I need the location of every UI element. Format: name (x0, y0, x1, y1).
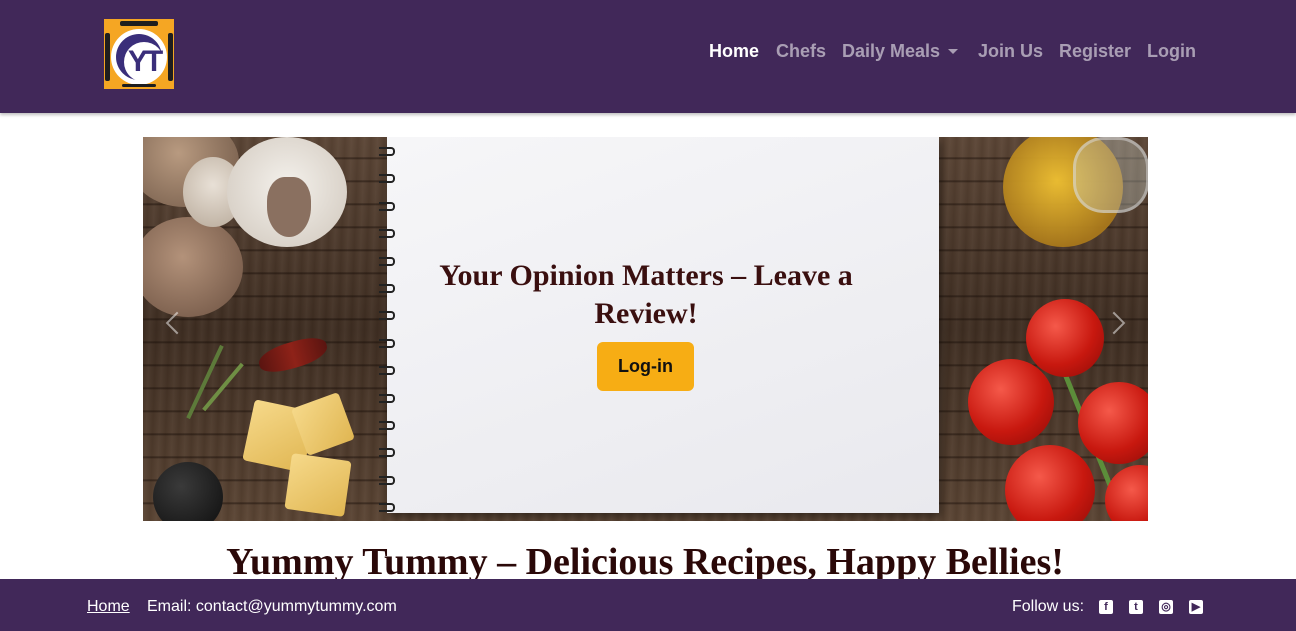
plate-icon: YT (111, 29, 167, 85)
nav-chefs[interactable]: Chefs (776, 41, 826, 62)
brand-logo[interactable]: YT (104, 19, 174, 89)
nav-daily-meals[interactable]: Daily Meals (842, 41, 959, 62)
footer: Home Email: contact@yummytummy.com Follo… (0, 579, 1296, 631)
footer-email: Email: contact@yummytummy.com (147, 598, 397, 615)
nav-home[interactable]: Home (709, 41, 759, 62)
oil-bottle-image (1073, 137, 1148, 213)
cheese-image (284, 453, 352, 517)
nav-daily-meals-label: Daily Meals (842, 41, 941, 61)
notebook-spiral (379, 147, 395, 521)
logo-text: YT (124, 42, 164, 82)
chevron-down-icon (948, 49, 959, 54)
carousel-caption: Your Opinion Matters – Leave a Review! (439, 259, 853, 330)
login-button[interactable]: Log-in (597, 342, 694, 391)
mushroom-gill-image (267, 177, 311, 237)
top-navbar: YT Home Chefs Daily Meals Join Us Regist… (0, 0, 1296, 113)
fork-icon (105, 33, 110, 81)
youtube-icon[interactable]: ▶ (1189, 600, 1203, 614)
nav-register[interactable]: Register (1059, 41, 1131, 62)
instagram-icon[interactable]: ◎ (1159, 600, 1173, 614)
follow-us-label: Follow us: (1012, 598, 1085, 615)
page-title: Yummy Tummy – Delicious Recipes, Happy B… (226, 541, 1064, 583)
knife-icon (168, 33, 173, 81)
hero-carousel: Your Opinion Matters – Leave a Review! L… (143, 137, 1148, 521)
nav-login[interactable]: Login (1147, 41, 1196, 62)
tomato-image (968, 359, 1054, 445)
plate-rim: YT (116, 34, 164, 82)
facebook-icon[interactable]: f (1099, 600, 1113, 614)
nav-join-us[interactable]: Join Us (978, 41, 1043, 62)
twitter-icon[interactable]: t (1129, 600, 1143, 614)
logo-utensil-bar (120, 21, 158, 26)
logo-utensil-bar-bottom (122, 84, 156, 87)
footer-home-link[interactable]: Home (87, 598, 130, 616)
tomato-image (1026, 299, 1104, 377)
